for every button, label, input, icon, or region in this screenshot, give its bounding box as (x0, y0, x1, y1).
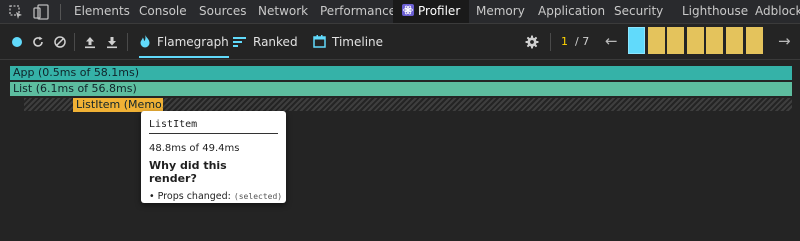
ranked-icon (233, 37, 246, 47)
flamegraph-node-list[interactable]: List (6.1ms of 56.8ms) (10, 82, 792, 96)
tab-flamegraph-label: Flamegraph (157, 35, 229, 49)
tooltip-reason-detail: (selected) (233, 192, 283, 201)
tab-timeline[interactable]: Timeline (313, 30, 383, 56)
clear-profiling-data-icon[interactable] (53, 34, 67, 48)
commit-bar[interactable] (628, 27, 645, 54)
previous-commit-button[interactable]: ← (605, 33, 618, 49)
tab-console[interactable]: Console (139, 0, 187, 23)
tooltip-why-heading: Why did this render? (149, 159, 227, 185)
tab-adblock[interactable]: Adblock (755, 0, 800, 23)
reload-and-profile-icon[interactable] (31, 34, 45, 48)
react-logo-icon (402, 4, 414, 16)
tab-separator (60, 4, 61, 20)
load-profile-icon[interactable] (83, 34, 97, 49)
tab-memory[interactable]: Memory (476, 0, 525, 23)
tab-performance[interactable]: Performance (320, 0, 396, 23)
toolbar-separator (550, 33, 551, 51)
flamegraph-node-app[interactable]: App (0.5ms of 58.1ms) (10, 66, 792, 80)
tab-ranked-label: Ranked (253, 35, 298, 49)
tab-sources[interactable]: Sources (199, 0, 246, 23)
tab-ranked[interactable]: Ranked (233, 30, 298, 56)
tab-flamegraph[interactable]: Flamegraph (139, 30, 229, 58)
tab-application[interactable]: Application (538, 0, 605, 23)
inspect-element-icon[interactable] (8, 4, 24, 20)
commit-counter: 1 / 7 (561, 35, 589, 48)
devtools-tab-bar: Elements Console Sources Network Perform… (0, 0, 800, 24)
flamegraph-tooltip: ListItem 48.8ms of 49.4ms Why did this r… (141, 111, 286, 203)
tab-security[interactable]: Security (614, 0, 663, 23)
tab-elements[interactable]: Elements (74, 0, 130, 23)
tab-lighthouse[interactable]: Lighthouse (682, 0, 748, 23)
save-profile-icon[interactable] (105, 34, 119, 49)
tooltip-reason: • Props changed: (selected) (149, 191, 282, 202)
next-commit-button[interactable]: → (778, 33, 791, 49)
tooltip-render-time: 48.8ms of 49.4ms (149, 143, 240, 154)
tooltip-reason-label: • Props changed: (149, 191, 231, 202)
commit-bar[interactable] (746, 27, 763, 54)
tab-profiler-label: Profiler (418, 4, 461, 18)
flamegraph-node-listitem[interactable]: ListItem (Memo... (73, 98, 163, 112)
flame-icon (140, 34, 150, 48)
commit-bar[interactable] (706, 27, 723, 54)
tab-timeline-label: Timeline (332, 35, 384, 49)
profiler-toolbar: Flamegraph Ranked Timeline 1 / 7 ← → (0, 24, 800, 60)
commit-total: / 7 (575, 35, 590, 48)
tab-network[interactable]: Network (258, 0, 308, 23)
toolbar-separator (74, 33, 75, 51)
settings-gear-icon[interactable] (525, 34, 539, 49)
toolbar-separator (127, 33, 128, 51)
timeline-icon (313, 35, 326, 48)
commit-bar[interactable] (726, 27, 743, 54)
device-toolbar-icon[interactable] (33, 4, 49, 20)
tooltip-title: ListItem (149, 119, 278, 134)
commit-bar[interactable] (648, 27, 665, 54)
commit-bar[interactable] (687, 27, 704, 54)
commit-current: 1 (561, 35, 568, 48)
commit-bar[interactable] (667, 27, 684, 54)
tab-profiler[interactable]: Profiler (393, 0, 470, 23)
record-icon[interactable] (10, 34, 24, 48)
